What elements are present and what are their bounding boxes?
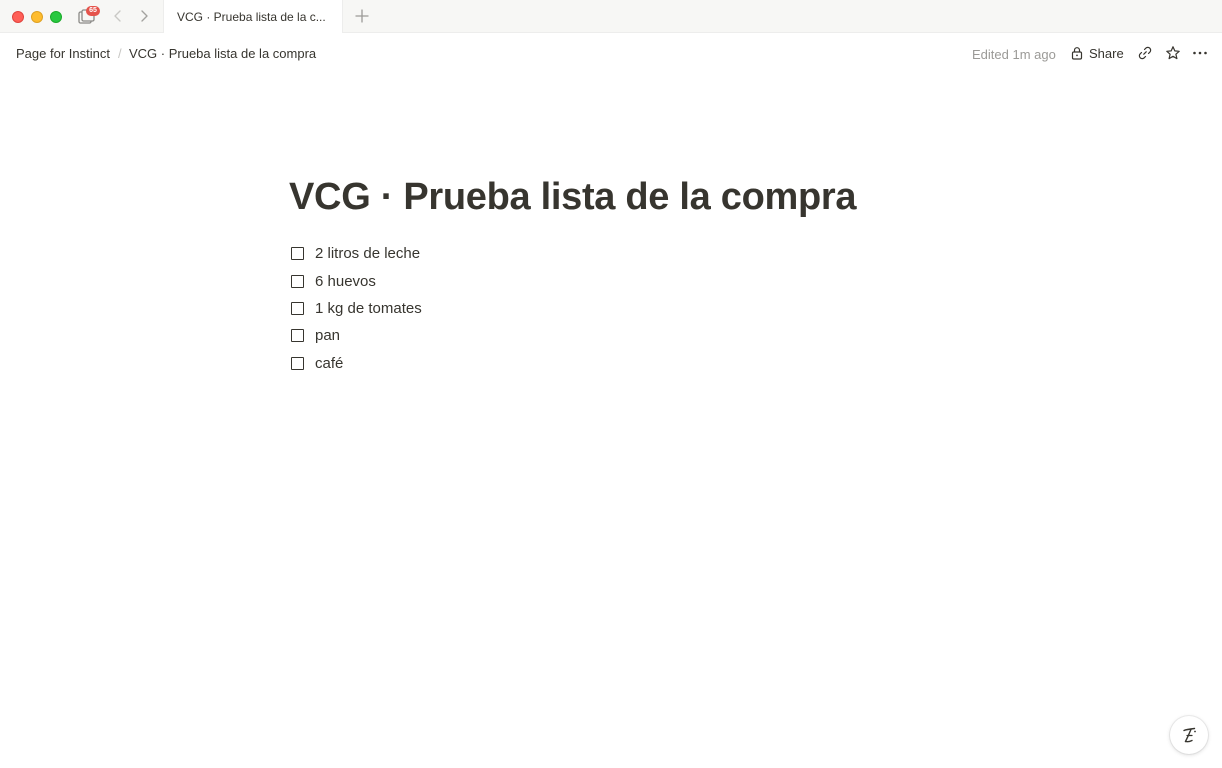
todo-item: 1 kg de tomates (291, 295, 422, 322)
breadcrumb-separator: / (118, 46, 122, 61)
todo-text[interactable]: 6 huevos (315, 273, 376, 290)
link-icon[interactable] (1137, 45, 1153, 61)
todo-item: pan (291, 322, 422, 349)
todo-text[interactable]: 2 litros de leche (315, 245, 420, 262)
chevron-left-icon[interactable] (111, 9, 125, 23)
todo-list: 2 litros de leche 6 huevos 1 kg de tomat… (291, 240, 422, 377)
todo-checkbox[interactable] (291, 356, 304, 370)
todo-checkbox[interactable] (291, 329, 304, 343)
todo-item: 6 huevos (291, 267, 422, 294)
share-label: Share (1089, 45, 1124, 61)
todo-text[interactable]: pan (315, 327, 340, 344)
app-window: 65 VCG · Prueba lista de la c... Page fo… (0, 0, 1222, 768)
close-window-button[interactable] (12, 11, 24, 23)
breadcrumb-item-parent[interactable]: Page for Instinct (16, 46, 110, 61)
plus-icon[interactable] (354, 8, 370, 24)
todo-checkbox[interactable] (291, 274, 304, 288)
todo-checkbox[interactable] (291, 247, 304, 261)
todo-item: café (291, 350, 422, 377)
page-title[interactable]: VCG · Prueba lista de la compra (289, 176, 857, 219)
more-horizontal-icon[interactable] (1192, 45, 1208, 61)
chevron-right-icon[interactable] (137, 9, 151, 23)
last-edited-label: Edited 1m ago (972, 47, 1056, 62)
tabs-count-badge: 65 (86, 6, 100, 16)
todo-checkbox[interactable] (291, 301, 304, 315)
ai-assistant-button[interactable] (1170, 716, 1208, 754)
tab-title: VCG · Prueba lista de la c... (177, 10, 326, 24)
zoom-window-button[interactable] (50, 11, 62, 23)
lock-icon (1071, 47, 1083, 60)
todo-text[interactable]: 1 kg de tomates (315, 300, 422, 317)
tab-active[interactable]: VCG · Prueba lista de la c... (163, 0, 343, 33)
todo-text[interactable]: café (315, 355, 343, 372)
minimize-window-button[interactable] (31, 11, 43, 23)
breadcrumb-item-current[interactable]: VCG · Prueba lista de la compra (129, 46, 316, 61)
todo-item: 2 litros de leche (291, 240, 422, 267)
ai-assistant-icon (1183, 727, 1196, 743)
page-topbar: Page for Instinct / VCG · Prueba lista d… (0, 33, 1222, 73)
star-icon[interactable] (1165, 45, 1181, 61)
tab-bar: 65 VCG · Prueba lista de la c... (0, 0, 1222, 33)
share-button[interactable]: Share (1070, 41, 1124, 65)
